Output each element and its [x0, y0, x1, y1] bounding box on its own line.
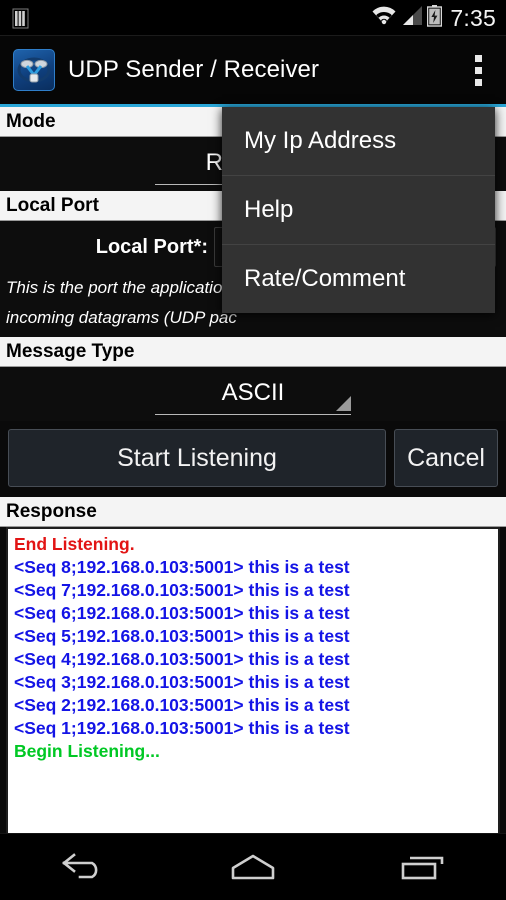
- local-port-label: Local Port*:: [95, 235, 208, 258]
- start-listening-button[interactable]: Start Listening: [8, 429, 386, 487]
- chevron-down-icon: [336, 396, 351, 411]
- section-header-message-type: Message Type: [0, 337, 506, 367]
- menu-item-rate-comment[interactable]: Rate/Comment: [222, 245, 495, 313]
- message-type-spinner-value: ASCII: [221, 379, 285, 406]
- overflow-menu-icon[interactable]: [450, 36, 506, 104]
- cancel-button[interactable]: Cancel: [394, 429, 498, 487]
- log-line: Begin Listening...: [14, 741, 160, 761]
- phone-screen: 7:35 UDP Sender / Receiver Mode Receiver: [0, 0, 506, 900]
- home-icon[interactable]: [198, 834, 308, 900]
- log-line: <Seq 1;192.168.0.103:5001> this is a tes…: [14, 718, 350, 738]
- status-bar-left: [0, 8, 29, 29]
- section-header-response: Response: [0, 497, 506, 527]
- cellular-signal-icon: [401, 5, 423, 31]
- navigation-bar: [0, 833, 506, 900]
- status-bar-clock: 7:35: [450, 4, 496, 31]
- log-line: <Seq 2;192.168.0.103:5001> this is a tes…: [14, 695, 350, 715]
- status-bar: 7:35: [0, 0, 506, 36]
- app-title: UDP Sender / Receiver: [68, 56, 320, 83]
- menu-item-help[interactable]: Help: [222, 176, 495, 244]
- status-bar-right: 7:35: [371, 4, 506, 32]
- message-type-row: ASCII: [0, 367, 506, 421]
- back-icon[interactable]: [29, 834, 139, 900]
- log-line: <Seq 5;192.168.0.103:5001> this is a tes…: [14, 626, 350, 646]
- wifi-icon: [371, 5, 397, 31]
- udp-app-icon: [13, 49, 55, 91]
- recent-apps-icon[interactable]: [367, 834, 477, 900]
- response-log[interactable]: End Listening. <Seq 8;192.168.0.103:5001>…: [6, 527, 500, 869]
- sim-bars-icon: [12, 8, 29, 29]
- action-bar: UDP Sender / Receiver: [0, 36, 506, 104]
- log-line: <Seq 6;192.168.0.103:5001> this is a tes…: [14, 603, 350, 623]
- menu-item-my-ip-address[interactable]: My Ip Address: [222, 107, 495, 175]
- log-line: <Seq 4;192.168.0.103:5001> this is a tes…: [14, 649, 350, 669]
- log-line: <Seq 3;192.168.0.103:5001> this is a tes…: [14, 672, 350, 692]
- battery-charging-icon: [427, 4, 443, 32]
- message-type-spinner[interactable]: ASCII: [155, 376, 351, 415]
- log-line: <Seq 8;192.168.0.103:5001> this is a tes…: [14, 557, 350, 577]
- log-line: End Listening.: [14, 534, 135, 554]
- button-row: Start Listening Cancel: [0, 421, 506, 497]
- log-line: <Seq 7;192.168.0.103:5001> this is a tes…: [14, 580, 350, 600]
- overflow-menu: My Ip Address Help Rate/Comment: [222, 107, 495, 313]
